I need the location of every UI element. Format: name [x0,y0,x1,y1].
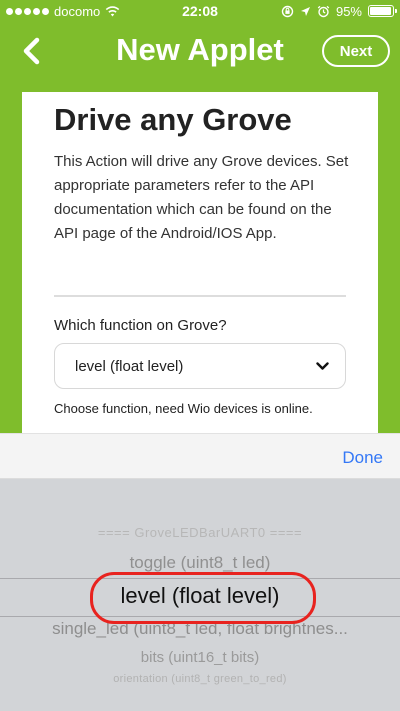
nav-bar: New Applet Next [0,22,400,82]
status-bar: docomo 22:08 95% [0,0,400,22]
picker-row-selected[interactable]: level (float level) [0,583,400,609]
picker-toolbar: Done [0,433,400,479]
status-left: docomo [6,4,156,19]
done-button[interactable]: Done [342,448,383,468]
chevron-down-icon [316,361,329,370]
picker-row[interactable]: bits (uint16_t bits) [0,649,400,666]
battery-fill [370,7,391,15]
carrier-label: docomo [54,3,101,19]
alarm-clock-icon [317,5,330,17]
next-button[interactable]: Next [322,35,390,67]
battery-percent: 95% [335,3,362,19]
function-picker[interactable]: ==== GroveLEDBarUART0 ==== toggle (uint8… [0,479,400,711]
status-right: 95% [244,3,397,19]
battery-icon [368,5,397,17]
picker-selection-line [0,616,400,617]
rotation-lock-icon [281,5,294,17]
signal-icon [6,7,49,15]
card-description: This Action will drive any Grove devices… [54,153,349,242]
picker-selection-line [0,578,400,579]
card-title: Drive any Grove [54,102,292,137]
function-select[interactable]: level (float level) [54,343,346,389]
picker-row[interactable]: orientation (uint8_t green_to_red) [0,673,400,685]
back-button[interactable] [14,34,48,68]
function-helper-text: Choose function, need Wio devices is onl… [54,401,313,416]
picker-row[interactable]: ==== GroveLEDBarUART0 ==== [0,525,400,540]
location-arrow-icon [300,6,310,16]
status-time: 22:08 [182,3,218,19]
picker-row[interactable]: toggle (uint8_t led) [0,553,400,573]
divider [54,295,346,297]
action-card: Drive any Grove This Action will drive a… [22,92,378,433]
function-field-label: Which function on Grove? [54,317,227,334]
function-select-value: level (float level) [75,357,184,375]
picker-row[interactable]: single_led (uint8_t led, float brightnes… [0,619,400,639]
wifi-icon [105,5,120,16]
chevron-left-icon [23,37,40,65]
